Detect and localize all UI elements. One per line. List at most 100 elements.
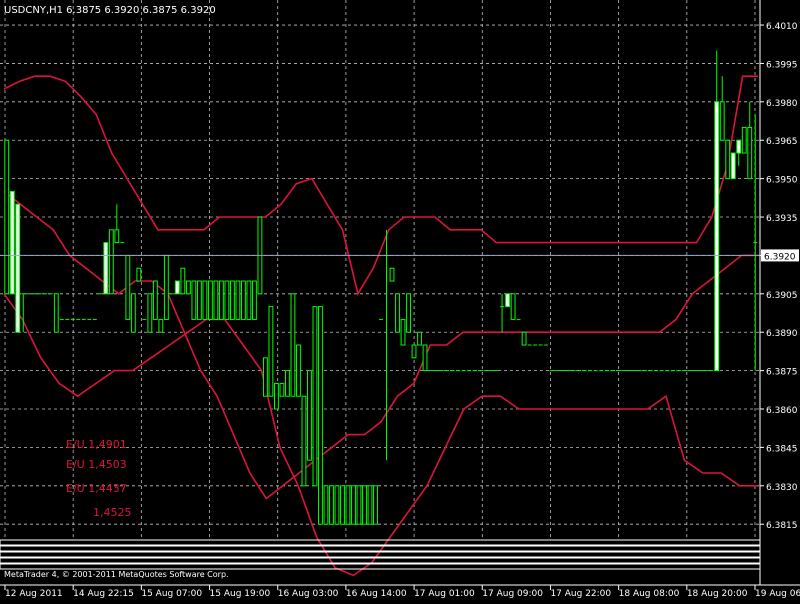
candle-body bbox=[747, 126, 753, 180]
candle-body bbox=[730, 152, 736, 180]
candle-body bbox=[340, 485, 345, 525]
price-bars bbox=[4, 50, 758, 525]
header: USDCNY,H1 6.3875 6.3920 6.3875 6.3920 bbox=[4, 5, 216, 16]
symbol-header: USDCNY,H1 6.3875 6.3920 6.3875 6.3920 bbox=[4, 5, 216, 16]
indicator-strips bbox=[0, 539, 761, 570]
candle-body bbox=[125, 254, 131, 320]
candle-body bbox=[736, 139, 742, 154]
candle-body bbox=[329, 485, 334, 525]
x-tick-label: 17 Aug 01:00 bbox=[414, 589, 475, 599]
y-tick-label: 6.3830 bbox=[766, 483, 798, 493]
candle-body bbox=[108, 229, 114, 295]
candle-body bbox=[158, 318, 164, 333]
current-price-label: 6.3920 bbox=[764, 252, 796, 262]
x-tick-label: 15 Aug 19:00 bbox=[210, 589, 271, 599]
y-tick-label: 6.3905 bbox=[766, 291, 798, 301]
candle-body bbox=[411, 344, 417, 359]
y-tick-label: 6.3845 bbox=[766, 444, 798, 454]
grid bbox=[0, 0, 760, 537]
price-chart: E/U 1,4901 E/U 1,4503 E/U 1,4437 1,4525 USD… bbox=[0, 0, 800, 599]
y-tick-label: 6.3890 bbox=[766, 329, 798, 339]
candle-body bbox=[362, 485, 367, 525]
candle-body bbox=[274, 382, 279, 410]
candle-body bbox=[521, 331, 527, 346]
annotations: E/U 1,4901 E/U 1,4503 E/U 1,4437 1,4525 bbox=[66, 438, 132, 519]
annotation-label: 1,4525 bbox=[93, 506, 132, 519]
candle-body bbox=[505, 293, 511, 308]
x-tick-label: 19 Aug 06:00 bbox=[755, 589, 800, 599]
candle-body bbox=[262, 357, 268, 397]
x-tick-label: 14 Aug 22:15 bbox=[73, 589, 134, 599]
x-tick-label: 18 Aug 20:00 bbox=[687, 589, 748, 599]
candle-body bbox=[351, 485, 356, 525]
candle-body bbox=[741, 126, 747, 154]
y-tick-label: 6.3950 bbox=[766, 176, 798, 186]
candle-body bbox=[180, 267, 186, 295]
candle-body bbox=[213, 280, 219, 320]
annotation-label: E/U 1,4437 bbox=[66, 482, 127, 495]
candle-body bbox=[191, 280, 197, 320]
y-tick-label: 6.3980 bbox=[766, 99, 798, 109]
x-tick-label: 18 Aug 08:00 bbox=[619, 589, 680, 599]
candle-body bbox=[296, 344, 301, 397]
candle-body bbox=[174, 280, 180, 295]
candle-body bbox=[345, 485, 351, 525]
candle-body bbox=[196, 280, 202, 320]
candle-body bbox=[318, 306, 323, 525]
candle-body bbox=[307, 370, 312, 461]
y-tick-label: 6.3860 bbox=[766, 406, 798, 416]
candle-body bbox=[202, 280, 208, 320]
indicator-strip bbox=[0, 557, 761, 564]
x-tick-label: 16 Aug 14:00 bbox=[346, 589, 407, 599]
x-tick-label: 12 Aug 2011 bbox=[5, 589, 63, 599]
candle-body bbox=[268, 306, 274, 397]
y-tick-label: 6.4010 bbox=[766, 22, 798, 32]
candle-body bbox=[373, 485, 378, 525]
band-lower bbox=[3, 293, 758, 577]
candle-body bbox=[400, 318, 406, 346]
candle-body bbox=[725, 139, 731, 180]
candle-body bbox=[389, 267, 395, 282]
x-tick-label: 16 Aug 03:00 bbox=[278, 589, 339, 599]
footer-copyright: MetaTrader 4, © 2001-2011 MetaQuotes Sof… bbox=[4, 570, 229, 579]
candle-body bbox=[417, 331, 422, 346]
candle-body bbox=[207, 280, 213, 320]
indicator-strip bbox=[0, 551, 761, 558]
candle-body bbox=[218, 280, 224, 320]
candle-body bbox=[136, 267, 142, 282]
candle-body bbox=[279, 382, 285, 397]
candle-body bbox=[130, 293, 136, 333]
candle-body bbox=[235, 280, 241, 320]
candle-body bbox=[251, 280, 257, 320]
candle-body bbox=[301, 395, 307, 487]
indicator-strip bbox=[0, 539, 761, 546]
candle-body bbox=[224, 280, 230, 320]
x-tick-label: 17 Aug 22:00 bbox=[550, 589, 611, 599]
candle-body bbox=[103, 242, 109, 295]
candle-body bbox=[323, 485, 329, 525]
y-tick-label: 6.3935 bbox=[766, 214, 798, 224]
candle-body bbox=[9, 190, 15, 295]
candle-body bbox=[163, 254, 169, 320]
band-upper bbox=[3, 75, 758, 296]
chart-window: E/U 1,4901 E/U 1,4503 E/U 1,4437 1,4525 USD… bbox=[0, 0, 800, 600]
candle-body bbox=[312, 306, 318, 487]
y-tick-label: 6.3815 bbox=[766, 521, 798, 531]
indicator-strip bbox=[0, 563, 761, 570]
candle-body bbox=[719, 101, 725, 141]
candle-body bbox=[152, 280, 158, 320]
candle-body bbox=[15, 203, 21, 333]
candle-body bbox=[240, 280, 246, 320]
candle-body bbox=[290, 293, 296, 397]
y-tick-label: 6.3965 bbox=[766, 137, 798, 147]
candle-body bbox=[395, 293, 400, 333]
candle-body bbox=[406, 293, 411, 333]
bollinger-bands bbox=[3, 75, 758, 577]
x-tick-label: 17 Aug 09:00 bbox=[482, 589, 543, 599]
candle-body bbox=[4, 139, 10, 295]
candle-body bbox=[53, 293, 59, 333]
candle-body bbox=[246, 280, 252, 320]
candle-body bbox=[422, 344, 428, 372]
annotation-label: E/U 1,4901 bbox=[66, 438, 127, 451]
candle-body bbox=[147, 293, 153, 333]
